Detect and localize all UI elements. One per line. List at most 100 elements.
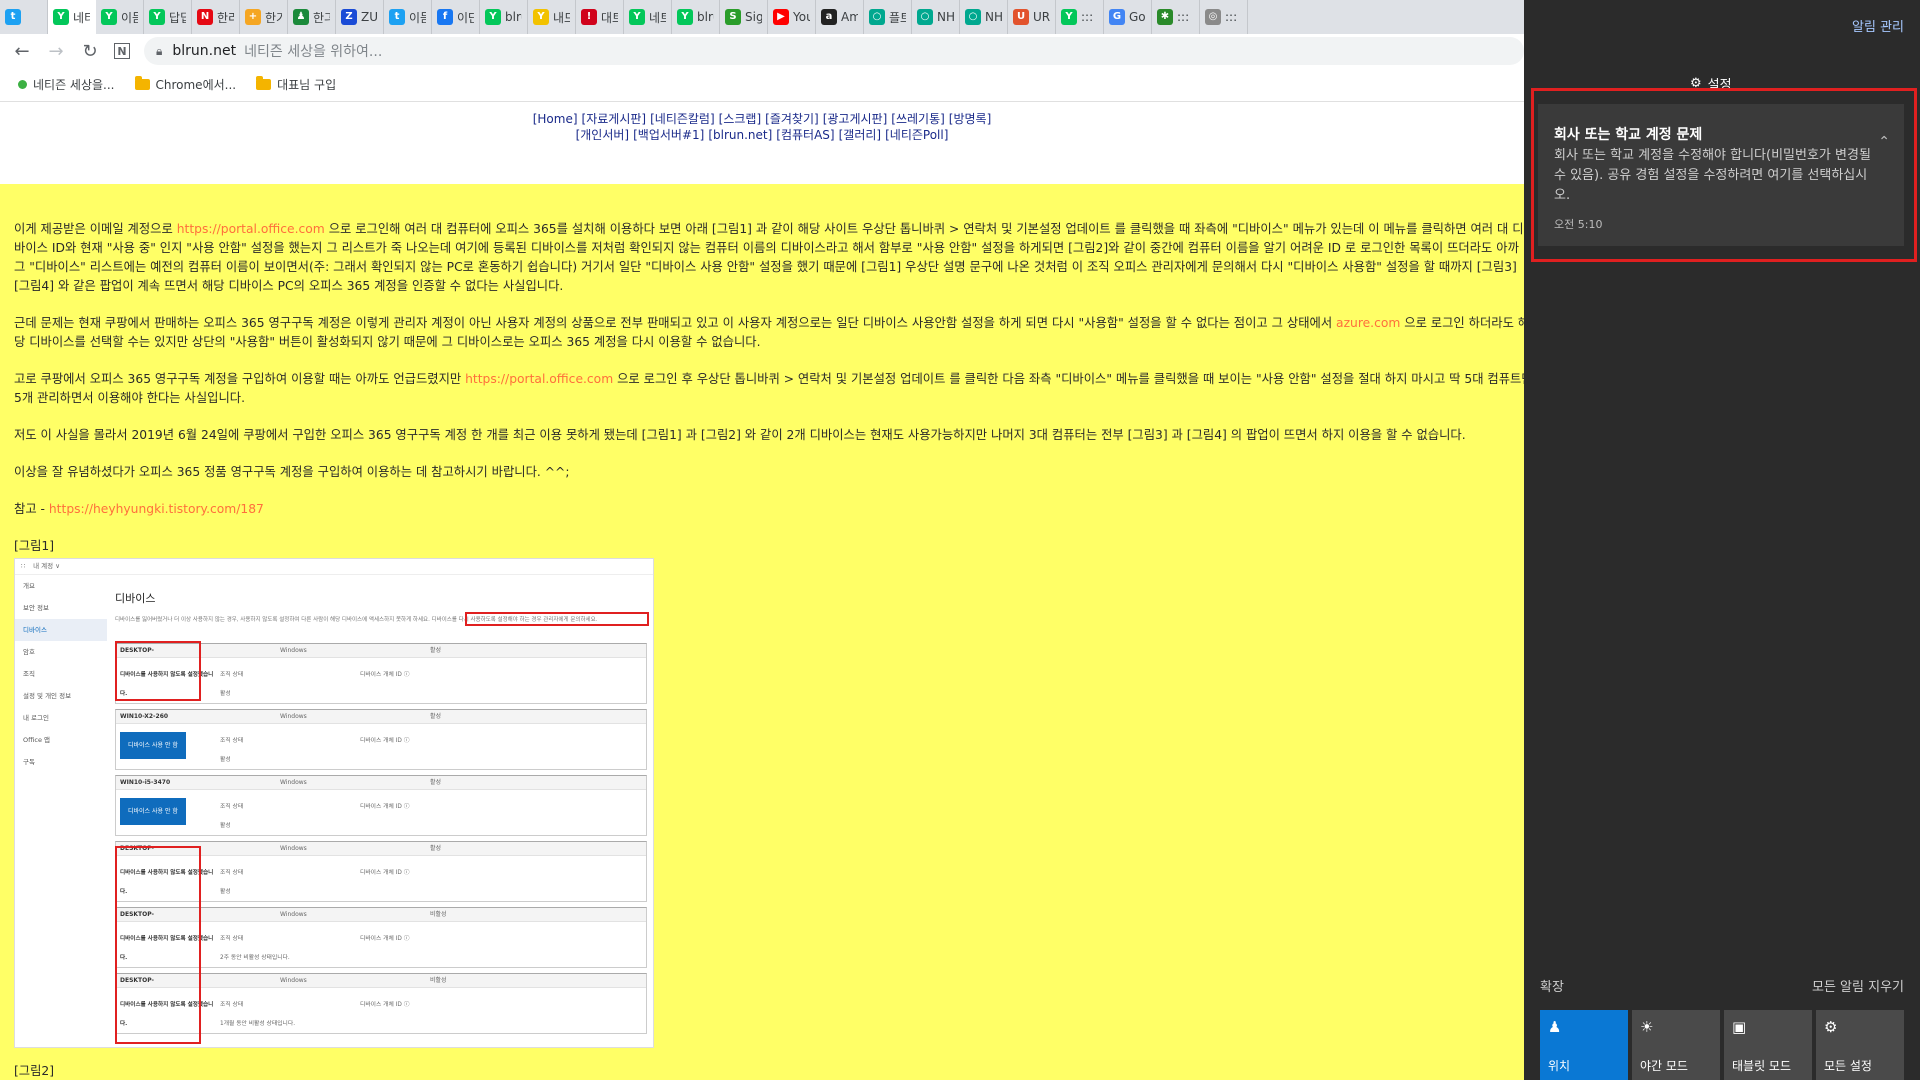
- reference-link[interactable]: https://heyhyungki.tistory.com/187: [49, 502, 264, 516]
- browser-tab[interactable]: t: [0, 0, 48, 34]
- disable-device-button[interactable]: 디바이스 사용 안 함: [120, 798, 186, 825]
- browser-tab[interactable]: a Am: [816, 0, 864, 34]
- browser-tab[interactable]: Y 네트: [624, 0, 672, 34]
- tab-title: Am: [841, 10, 858, 24]
- bookmark-item[interactable]: 네티즌 세상을...: [18, 76, 115, 93]
- naver-extension-icon[interactable]: N: [114, 43, 130, 59]
- site-menu: [Home] [자료게시판] [네티즌칼럼] [스크랩] [즐겨찾기] [광고게시판] [쓰…: [0, 111, 1524, 143]
- bookmark-item[interactable]: Chrome에서...: [134, 76, 236, 93]
- naver-icon: Y: [677, 9, 693, 25]
- site-menu-link[interactable]: [갤러리]: [839, 128, 881, 142]
- site-menu-link[interactable]: [쓰레기통]: [891, 112, 945, 126]
- hazard-icon: !: [581, 9, 597, 25]
- portal-office-link[interactable]: https://portal.office.com: [177, 222, 325, 236]
- site-menu-link[interactable]: [네티즌Poll]: [885, 128, 948, 142]
- azure-link[interactable]: azure.com: [1336, 316, 1400, 330]
- tab-title: 답딥: [169, 10, 186, 25]
- device-org-status: 조직 상태 활성: [220, 666, 360, 704]
- browser-tab[interactable]: N 한리: [192, 0, 240, 34]
- forward-button[interactable]: →: [42, 37, 70, 65]
- article-body: 이게 제공받은 이메일 계정으로 https://portal.office.c…: [14, 220, 1524, 1080]
- circle-icon: ○: [917, 9, 933, 25]
- object-id-label: 디바이스 개체 ID ⓘ: [360, 870, 410, 876]
- browser-tab[interactable]: f 이단: [432, 0, 480, 34]
- portal-office-link[interactable]: https://portal.office.com: [465, 372, 613, 386]
- browser-tab[interactable]: S Sign: [720, 0, 768, 34]
- quick-action-2[interactable]: ☀ 야간 모드: [1632, 1010, 1720, 1080]
- paragraph-text: 근데 문제는 현재 쿠팡에서 판매하는 오피스 365 영구구독 계정은 이렇게…: [14, 316, 1337, 330]
- browser-tab[interactable]: t 이듣: [384, 0, 432, 34]
- device-object-id: 디바이스 개체 ID ⓘ: [360, 666, 500, 704]
- site-menu-link[interactable]: [스크랩]: [719, 112, 761, 126]
- browser-tab[interactable]: ○ 플트: [864, 0, 912, 34]
- tab-title: Go: [1129, 10, 1146, 24]
- browser-tab[interactable]: Y:::: [1056, 0, 1104, 34]
- org-status-value: 활성: [220, 757, 231, 763]
- device-os: Windows: [280, 845, 307, 852]
- folder-icon: [256, 76, 272, 90]
- site-menu-link[interactable]: [즐겨찾기]: [765, 112, 819, 126]
- browser-tab[interactable]: ▶ You: [768, 0, 816, 34]
- reload-button[interactable]: ↻: [76, 37, 104, 65]
- browser-tab[interactable]: + 한기: [240, 0, 288, 34]
- device-os: Windows: [280, 977, 307, 984]
- site-menu-link[interactable]: [개인서버]: [576, 128, 630, 142]
- org-status-label: 조직 상태: [220, 936, 244, 942]
- figure-sidebar: 개요 보안 정보 디바이스 암호 조직 설정 및 개인 정보 내 로그인 Office 앱 구독: [15, 575, 107, 1047]
- quick-action-3[interactable]: ▣ 태블릿 모드: [1724, 1010, 1812, 1080]
- browser-tab[interactable]: Yblru: [480, 0, 528, 34]
- address-bar[interactable]: 🔒︎ blrun.net 네티즌 세상을 위하여...: [144, 37, 1524, 65]
- browser-tab[interactable]: Y 답딥: [144, 0, 192, 34]
- site-menu-link[interactable]: [네티즌칼럼]: [650, 112, 715, 126]
- circle-icon: ○: [869, 9, 885, 25]
- clear-all-notifications-link[interactable]: 모든 알림 지우기: [1812, 976, 1904, 995]
- device-card-header: WIN10-X2-260 Windows 활성: [116, 710, 646, 724]
- browser-tab[interactable]: Y 네티: [48, 0, 96, 34]
- article-paragraph-3: 고로 쿠팡에서 오피스 365 영구구독 계정을 구입하여 이용할 때는 아까도…: [14, 370, 1524, 408]
- object-id-label: 디바이스 개체 ID ⓘ: [360, 738, 410, 744]
- site-menu-link[interactable]: [자료게시판]: [582, 112, 647, 126]
- expand-link[interactable]: 확장: [1540, 976, 1564, 995]
- browser-tab[interactable]: ♟ 한긔: [288, 0, 336, 34]
- site-menu-link[interactable]: [컴퓨터AS]: [776, 128, 834, 142]
- browser-tab[interactable]: ✱:::: [1152, 0, 1200, 34]
- browser-tab[interactable]: Yblru: [672, 0, 720, 34]
- quick-action-4[interactable]: ⚙ 모든 설정: [1816, 1010, 1904, 1080]
- browser-tab[interactable]: Z ZUI: [336, 0, 384, 34]
- disable-device-button[interactable]: 디바이스 사용 안 함: [120, 732, 186, 759]
- article-paragraph-1: 이게 제공받은 이메일 계정으로 https://portal.office.c…: [14, 220, 1524, 296]
- site-menu-link[interactable]: [백업서버#1]: [633, 128, 704, 142]
- site-menu-link[interactable]: [광고게시판]: [823, 112, 888, 126]
- browser-tab[interactable]: Y 내드: [528, 0, 576, 34]
- tab-title: :::: [1081, 10, 1094, 24]
- night-light-icon: ☀: [1640, 1018, 1654, 1036]
- device-status: 활성: [430, 647, 442, 654]
- site-menu-link[interactable]: [방명록]: [949, 112, 991, 126]
- browser-tab[interactable]: ! 대트: [576, 0, 624, 34]
- highlight-box-desc: [465, 612, 649, 626]
- circle-icon: ○: [965, 9, 981, 25]
- device-action-area: 디바이스 사용 안 함: [120, 798, 220, 836]
- browser-tab[interactable]: Y 이듣: [96, 0, 144, 34]
- back-button[interactable]: ←: [8, 37, 36, 65]
- quick-action-1[interactable]: ♟ 위치: [1540, 1010, 1628, 1080]
- person-icon: +: [245, 9, 261, 25]
- youtube-icon: ▶: [773, 9, 789, 25]
- site-menu-link[interactable]: [blrun.net]: [708, 128, 772, 142]
- figure-account-label: 내 계정 ∨: [33, 562, 60, 570]
- notification-highlight-box: [1531, 88, 1917, 262]
- figure-sidebar-item: Office 앱: [23, 736, 51, 744]
- bookmark-item[interactable]: 대표님 구입: [256, 76, 336, 93]
- browser-tab[interactable]: ◎:::: [1200, 0, 1248, 34]
- device-object-id: 디바이스 개체 ID ⓘ: [360, 798, 500, 836]
- browser-tab[interactable]: ○ NH: [912, 0, 960, 34]
- url-page-title: 네티즌 세상을 위하여...: [244, 44, 383, 60]
- browser-tab[interactable]: ○ NH: [960, 0, 1008, 34]
- manage-notifications-link[interactable]: 알림 관리: [1852, 16, 1904, 35]
- site-menu-link[interactable]: [Home]: [533, 112, 578, 126]
- browser-tab[interactable]: G Go: [1104, 0, 1152, 34]
- browser-tab[interactable]: U URI: [1008, 0, 1056, 34]
- org-status-value: 활성: [220, 823, 231, 829]
- tab-title: 한기: [265, 10, 282, 25]
- paragraph-text: 이게 제공받은 이메일 계정으로: [14, 222, 177, 236]
